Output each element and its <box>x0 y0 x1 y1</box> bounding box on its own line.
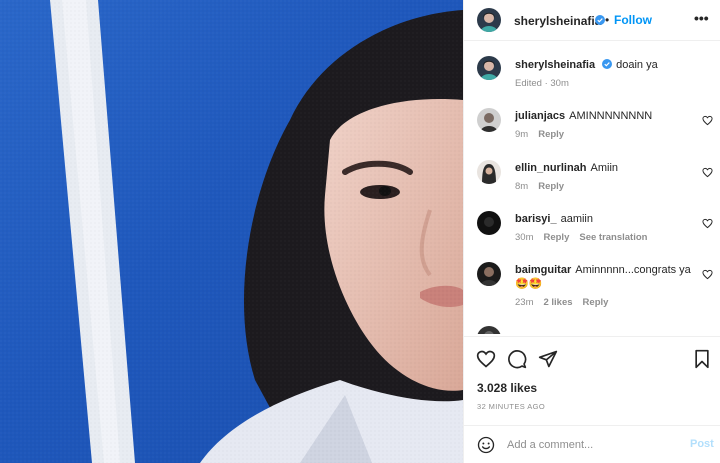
commenter-avatar[interactable] <box>477 326 501 334</box>
comment-text: Amiin <box>590 162 619 174</box>
action-bar: 3.028 likes 32 MINUTES AGO <box>464 336 720 416</box>
comment-text: AMINNNNNNNN <box>569 110 653 122</box>
like-count[interactable]: 3.028 likes <box>477 381 537 395</box>
comments-list[interactable]: sherylsheinafia doain ya Edited · 30m jul… <box>464 42 720 334</box>
comment-time: 8m <box>515 181 529 192</box>
comment-icon[interactable] <box>507 349 527 369</box>
add-comment-bar: Post <box>464 425 720 463</box>
comment-likes[interactable]: 2 likes <box>543 297 572 308</box>
paper-plane-icon[interactable] <box>538 349 558 369</box>
commenter-avatar[interactable] <box>477 211 501 235</box>
comment-text: Aminnnnn...congrats ya <box>575 264 691 276</box>
post-header: sherylsheinafia • Follow ••• <box>464 0 720 41</box>
commenter-avatar[interactable] <box>477 262 501 286</box>
heart-icon[interactable] <box>476 349 496 369</box>
follow-button[interactable]: Follow <box>614 13 652 27</box>
verified-badge-icon <box>602 59 613 69</box>
comment-time: 23m <box>515 297 534 308</box>
see-translation-button[interactable]: See translation <box>579 232 647 243</box>
smiley-icon[interactable] <box>477 436 495 454</box>
portrait-image <box>0 0 463 463</box>
caption-text: doain ya <box>616 59 658 71</box>
author-username[interactable]: sherylsheinafia <box>514 14 601 28</box>
verified-badge-icon <box>595 15 605 25</box>
comment-text: aamiin <box>560 213 593 225</box>
reply-button[interactable]: Reply <box>538 181 564 192</box>
heart-icon[interactable] <box>702 269 713 280</box>
post-timestamp: 32 MINUTES AGO <box>477 402 546 411</box>
reply-button[interactable]: Reply <box>543 232 569 243</box>
commenter-avatar[interactable] <box>477 160 501 184</box>
comment-input[interactable] <box>507 434 687 456</box>
post-button[interactable]: Post <box>690 438 714 450</box>
heart-icon[interactable] <box>702 167 713 178</box>
comment-emoji: 🤩🤩 <box>515 278 543 290</box>
commenter-username[interactable]: barisyi_ <box>515 213 557 225</box>
heart-icon[interactable] <box>702 218 713 229</box>
author-avatar[interactable] <box>477 56 501 80</box>
bookmark-icon[interactable] <box>692 349 712 369</box>
heart-icon[interactable] <box>702 115 713 126</box>
commenter-username[interactable]: baimguitar <box>515 264 571 276</box>
commenter-username[interactable]: ellin_nurlinah <box>515 162 587 174</box>
comment-time: 9m <box>515 129 529 140</box>
more-options-icon[interactable]: ••• <box>694 10 709 26</box>
reply-button[interactable]: Reply <box>583 297 609 308</box>
caption-username[interactable]: sherylsheinafia <box>515 59 595 71</box>
reply-button[interactable]: Reply <box>538 129 564 140</box>
author-avatar[interactable] <box>477 8 501 32</box>
comment-time: 30m <box>515 232 534 243</box>
caption-meta: Edited · 30m <box>515 78 569 89</box>
post-photo[interactable] <box>0 0 463 463</box>
post-side-panel: sherylsheinafia • Follow ••• sherylshein… <box>463 0 720 463</box>
separator-dot: • <box>605 13 610 27</box>
commenter-username[interactable]: julianjacs <box>515 110 565 122</box>
commenter-avatar[interactable] <box>477 108 501 132</box>
